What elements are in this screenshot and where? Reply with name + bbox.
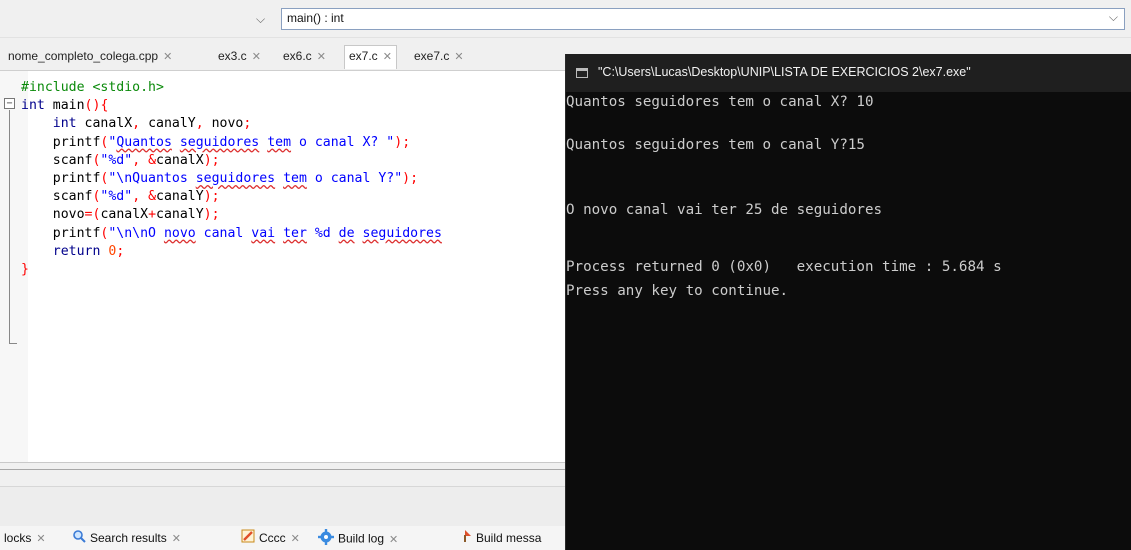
close-icon[interactable]: ✕ — [163, 50, 172, 63]
tab-ex7[interactable]: ex7.c ✕ — [344, 45, 397, 69]
console-line: Quantos seguidores tem o canal Y?15 — [566, 137, 865, 153]
file-tabs: nome_completo_colega.cpp ✕ ex3.c ✕ ex6.c ✕ … — [0, 42, 565, 70]
code-line[interactable]: #include <stdio.h> — [21, 79, 442, 97]
search-icon — [72, 529, 86, 548]
code-editor[interactable]: − #include <stdio.h> int main(){ int cana… — [0, 70, 565, 463]
close-icon[interactable]: ✕ — [454, 50, 463, 63]
tab-label: locks — [4, 531, 32, 545]
console-window[interactable]: "C:\Users\Lucas\Desktop\UNIP\LISTA DE EX… — [565, 54, 1131, 550]
tab-label: ex3.c — [218, 49, 247, 63]
tab-nome-completo-colega[interactable]: nome_completo_colega.cpp ✕ — [8, 46, 172, 68]
console-line: Press any key to continue. — [566, 283, 789, 299]
close-icon[interactable]: ✕ — [383, 50, 392, 63]
tab-ex3[interactable]: ex3.c ✕ — [218, 46, 261, 68]
close-icon[interactable]: ✕ — [172, 532, 181, 545]
console-title: "C:\Users\Lucas\Desktop\UNIP\LISTA DE EX… — [598, 65, 971, 79]
code-line[interactable]: return 0; — [21, 243, 442, 261]
tab-exe7[interactable]: exe7.c ✕ — [414, 46, 464, 68]
tab-cccc[interactable]: Cccc ✕ — [241, 529, 300, 549]
console-line: O novo canal vai ter 25 de seguidores — [566, 202, 883, 218]
close-icon[interactable]: ✕ — [317, 50, 326, 63]
tab-label: Build log — [338, 531, 385, 546]
tab-label: Cccc — [259, 531, 286, 545]
close-icon[interactable]: ✕ — [291, 532, 300, 545]
code-line[interactable]: int canalX, canalY, novo; — [21, 115, 442, 133]
console-title-bar[interactable]: "C:\Users\Lucas\Desktop\UNIP\LISTA DE EX… — [566, 54, 1131, 92]
tab-label: ex6.c — [283, 49, 312, 63]
code-line[interactable]: printf("Quantos seguidores tem o canal X… — [21, 134, 442, 152]
tab-build-messages[interactable]: Build messa — [458, 529, 541, 549]
tab-search-results[interactable]: Search results ✕ — [72, 529, 181, 549]
tab-label: Search results — [90, 531, 167, 545]
function-select-value: main() : int — [287, 11, 344, 25]
code-line[interactable]: printf("\n\nO novo canal vai ter %d de s… — [21, 225, 442, 243]
console-line: Process returned 0 (0x0) execution time … — [566, 259, 1002, 275]
scope-dropdown-chevron-icon[interactable]: ⌵ — [256, 9, 270, 29]
tab-label: nome_completo_colega.cpp — [8, 49, 159, 63]
fold-end-marker — [9, 343, 17, 344]
close-icon[interactable]: ✕ — [252, 50, 261, 63]
close-icon[interactable]: ✕ — [36, 532, 45, 545]
code-line[interactable]: scanf("%d", &canalY); — [21, 188, 442, 206]
tab-label: ex7.c — [349, 49, 378, 63]
code-line[interactable]: int main(){ — [21, 97, 442, 115]
logs-panel — [0, 486, 565, 526]
logs-tabs: locks ✕ Search results ✕ Cccc ✕ Build log ✕ … — [0, 526, 565, 550]
code-line[interactable]: } — [21, 261, 442, 279]
chevron-down-icon[interactable]: ⌵ — [1109, 10, 1118, 25]
console-output: Quantos seguidores tem o canal X? 10 Qua… — [566, 94, 1002, 299]
console-app-icon — [576, 68, 588, 78]
tab-ex6[interactable]: ex6.c ✕ — [283, 46, 326, 68]
build-message-icon — [458, 529, 472, 548]
gear-icon — [318, 529, 334, 550]
code-line[interactable]: printf("\nQuantos seguidores tem o canal… — [21, 170, 442, 188]
pane-splitter[interactable] — [0, 462, 565, 486]
pencil-icon — [241, 529, 255, 548]
toolbar: ⌵ main() : int ⌵ — [0, 0, 1131, 38]
tab-build-log[interactable]: Build log ✕ — [318, 529, 398, 549]
code-text[interactable]: #include <stdio.h> int main(){ int canalX… — [21, 79, 442, 279]
code-line[interactable]: novo=(canalX+canalY); — [21, 206, 442, 224]
tab-label: exe7.c — [414, 49, 450, 63]
fold-line — [9, 110, 10, 344]
tab-label: Build messa — [476, 531, 542, 545]
fold-toggle-icon[interactable]: − — [4, 98, 15, 109]
code-line[interactable]: scanf("%d", &canalX); — [21, 152, 442, 170]
console-line: Quantos seguidores tem o canal X? 10 — [566, 94, 874, 110]
close-icon[interactable]: ✕ — [389, 533, 398, 546]
tab-code-blocks[interactable]: locks ✕ — [4, 529, 46, 549]
function-select[interactable]: main() : int ⌵ — [281, 8, 1125, 30]
